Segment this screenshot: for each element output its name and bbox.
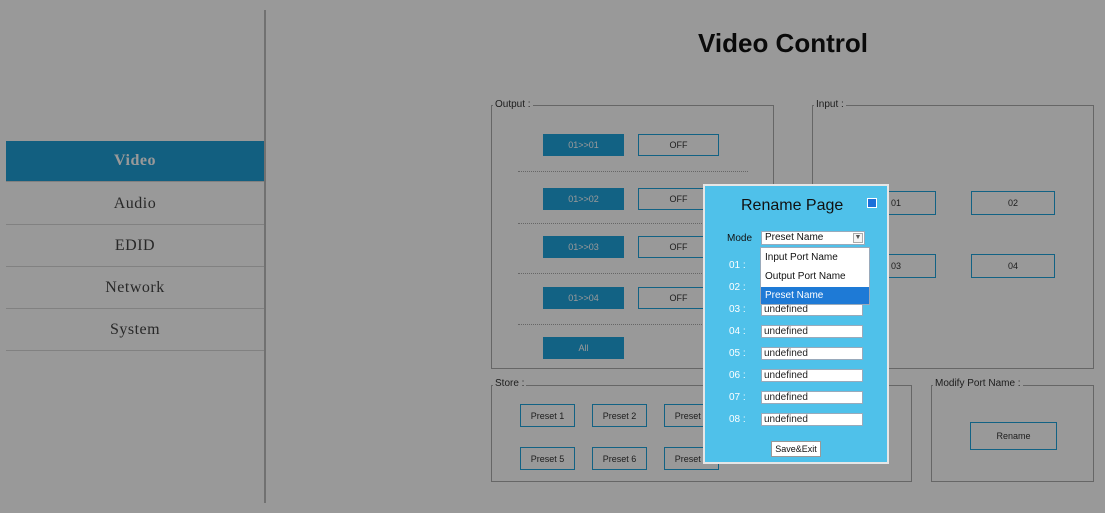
mode-dropdown-list: Input Port Name Output Port Name Preset … <box>760 247 870 305</box>
dropdown-option-output-port-name[interactable]: Output Port Name <box>761 268 869 285</box>
row-label-06: 06 : <box>729 370 746 381</box>
mode-select-value: Preset Name <box>765 232 824 243</box>
name-field-08[interactable]: undefined <box>761 413 863 426</box>
app-window: Video Audio EDID Network System Video Co… <box>0 0 1105 513</box>
row-label-05: 05 : <box>729 348 746 359</box>
name-field-07[interactable]: undefined <box>761 391 863 404</box>
row-label-04: 04 : <box>729 326 746 337</box>
row-label-03: 03 : <box>729 304 746 315</box>
dropdown-option-input-port-name[interactable]: Input Port Name <box>761 249 869 266</box>
row-label-08: 08 : <box>729 414 746 425</box>
dialog-title: Rename Page <box>741 197 844 214</box>
rename-page-dialog: Rename Page Mode Preset Name ▼ 01 : unde… <box>703 184 889 464</box>
name-field-05[interactable]: undefined <box>761 347 863 360</box>
save-exit-button[interactable]: Save&Exit <box>771 441 821 457</box>
name-field-06[interactable]: undefined <box>761 369 863 382</box>
chevron-down-icon[interactable]: ▼ <box>853 233 863 243</box>
mode-select[interactable]: Preset Name ▼ <box>761 231 865 245</box>
row-label-01: 01 : <box>729 260 746 271</box>
mode-label: Mode <box>727 233 753 244</box>
name-field-04[interactable]: undefined <box>761 325 863 338</box>
row-label-07: 07 : <box>729 392 746 403</box>
close-icon[interactable] <box>867 198 877 208</box>
row-label-02: 02 : <box>729 282 746 293</box>
modal-overlay <box>0 0 1105 513</box>
dropdown-option-preset-name[interactable]: Preset Name <box>761 287 869 304</box>
